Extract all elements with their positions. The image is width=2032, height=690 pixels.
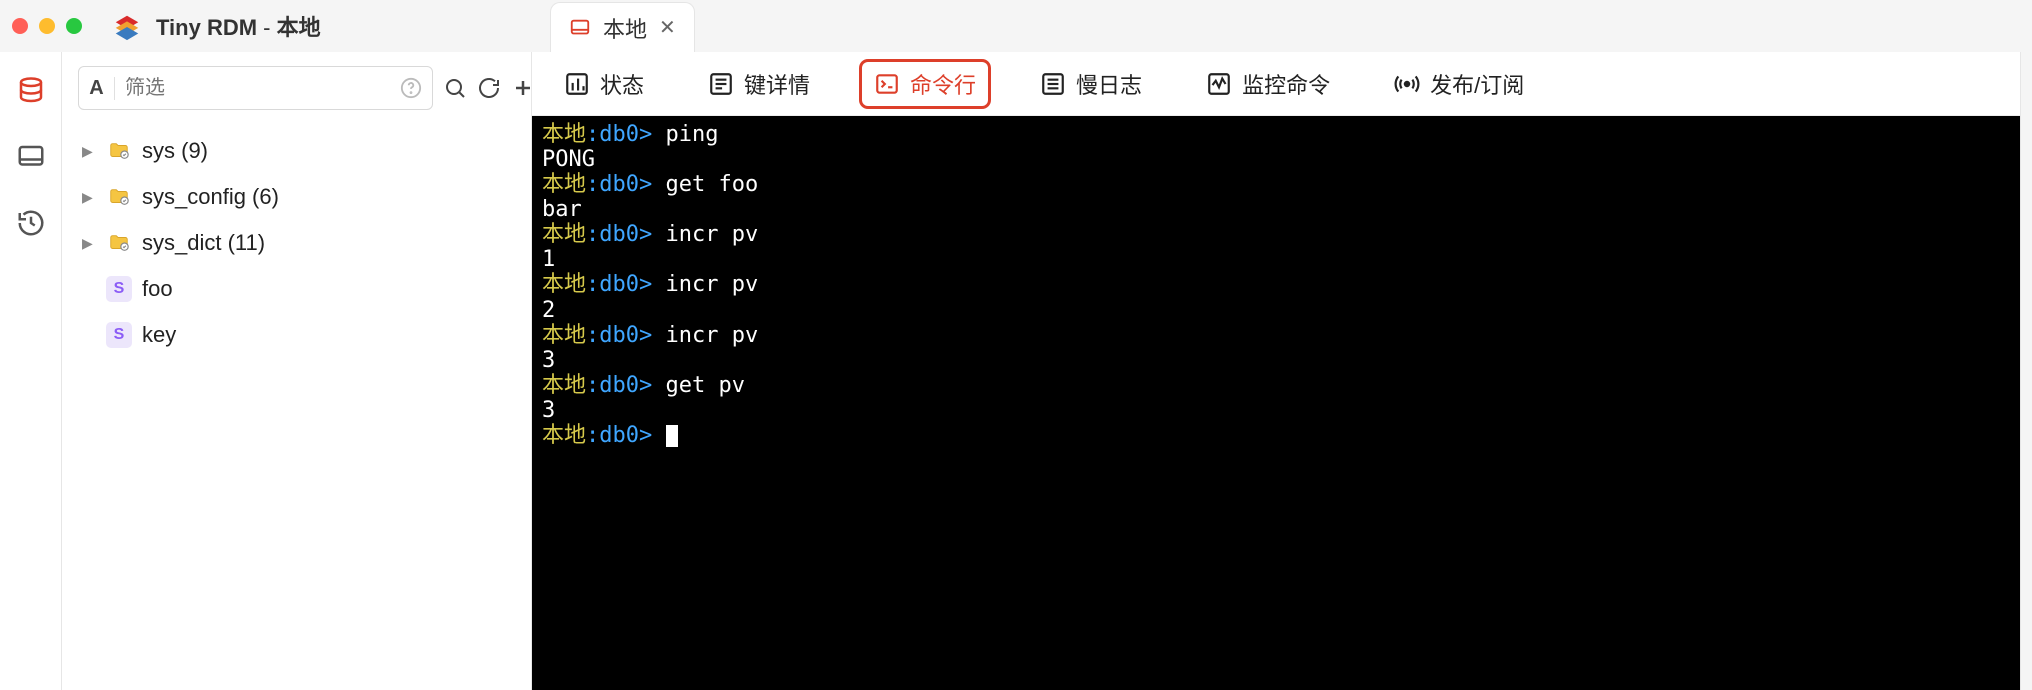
history-icon[interactable] — [16, 208, 46, 238]
tree-label: foo — [142, 276, 173, 302]
window-maximize-button[interactable] — [66, 18, 82, 34]
tree-key[interactable]: Sfoo — [78, 266, 515, 312]
tab-cli-label: 命令行 — [910, 68, 976, 100]
app-connection: 本地 — [277, 15, 321, 40]
tab-pubsub-label: 发布/订阅 — [1430, 68, 1524, 100]
folder-icon — [106, 140, 132, 162]
main-panel: 状态 键详情 命令行 慢日志 监控命令 发布/订阅 本地: — [532, 52, 2020, 690]
filter-mode-button[interactable]: A — [79, 77, 115, 100]
subtab-bar: 状态 键详情 命令行 慢日志 监控命令 发布/订阅 — [532, 52, 2020, 116]
search-button[interactable] — [443, 66, 467, 110]
database-icon[interactable] — [16, 76, 46, 106]
tab-slowlog-label: 慢日志 — [1076, 68, 1142, 100]
titlebar: Tiny RDM - 本地 本地 ✕ — [0, 0, 2032, 52]
tree-label: key — [142, 322, 176, 348]
tree-folder[interactable]: ▶ sys_config (6) — [78, 174, 515, 220]
tree-folder[interactable]: ▶ sys_dict (11) — [78, 220, 515, 266]
refresh-button[interactable] — [477, 66, 501, 110]
filter-input[interactable] — [115, 77, 400, 100]
app-title: Tiny RDM - 本地 — [156, 10, 321, 42]
tab-status-label: 状态 — [600, 68, 644, 100]
chevron-right-icon: ▶ — [82, 143, 96, 160]
folder-icon — [106, 186, 132, 208]
app-name: Tiny RDM — [156, 15, 257, 40]
string-type-icon: S — [106, 322, 132, 348]
tree-key[interactable]: Skey — [78, 312, 515, 358]
tab-monitor[interactable]: 监控命令 — [1194, 62, 1342, 106]
string-type-icon: S — [106, 276, 132, 302]
tab-keydetail-label: 键详情 — [744, 68, 810, 100]
key-tree: ▶ sys (9) ▶ sys_config (6) ▶ sys_dict (11) Sfo… — [78, 128, 515, 358]
window-minimize-button[interactable] — [39, 18, 55, 34]
app-icon — [112, 11, 142, 41]
tab-slowlog[interactable]: 慢日志 — [1028, 62, 1154, 106]
chevron-right-icon: ▶ — [82, 235, 96, 252]
tree-label: sys_config (6) — [142, 184, 279, 210]
tree-label: sys (9) — [142, 138, 208, 164]
chevron-right-icon: ▶ — [82, 189, 96, 206]
tab-label: 本地 — [603, 12, 647, 44]
sidebar: A ▶ sys (9) ▶ sys_config (6) ▶ sys_dict (11) S… — [62, 52, 532, 690]
close-icon[interactable]: ✕ — [659, 15, 676, 40]
connection-tab[interactable]: 本地 ✕ — [550, 2, 695, 52]
tab-monitor-label: 监控命令 — [1242, 68, 1330, 100]
folder-icon — [106, 232, 132, 254]
tab-cli[interactable]: 命令行 — [862, 62, 988, 106]
tree-folder[interactable]: ▶ sys (9) — [78, 128, 515, 174]
tab-status[interactable]: 状态 — [552, 62, 656, 106]
search-box: A — [78, 66, 433, 110]
window-buttons — [12, 18, 82, 34]
nav-rail — [0, 52, 62, 690]
right-edge — [2020, 52, 2032, 690]
terminal[interactable]: 本地:db0> ping PONG 本地:db0> get foo bar 本地… — [532, 116, 2020, 690]
monitor-icon[interactable] — [16, 142, 46, 172]
server-icon — [569, 17, 591, 39]
tree-label: sys_dict (11) — [142, 230, 265, 256]
window-close-button[interactable] — [12, 18, 28, 34]
tab-pubsub[interactable]: 发布/订阅 — [1382, 62, 1536, 106]
tab-keydetail[interactable]: 键详情 — [696, 62, 822, 106]
help-icon[interactable] — [400, 77, 422, 99]
